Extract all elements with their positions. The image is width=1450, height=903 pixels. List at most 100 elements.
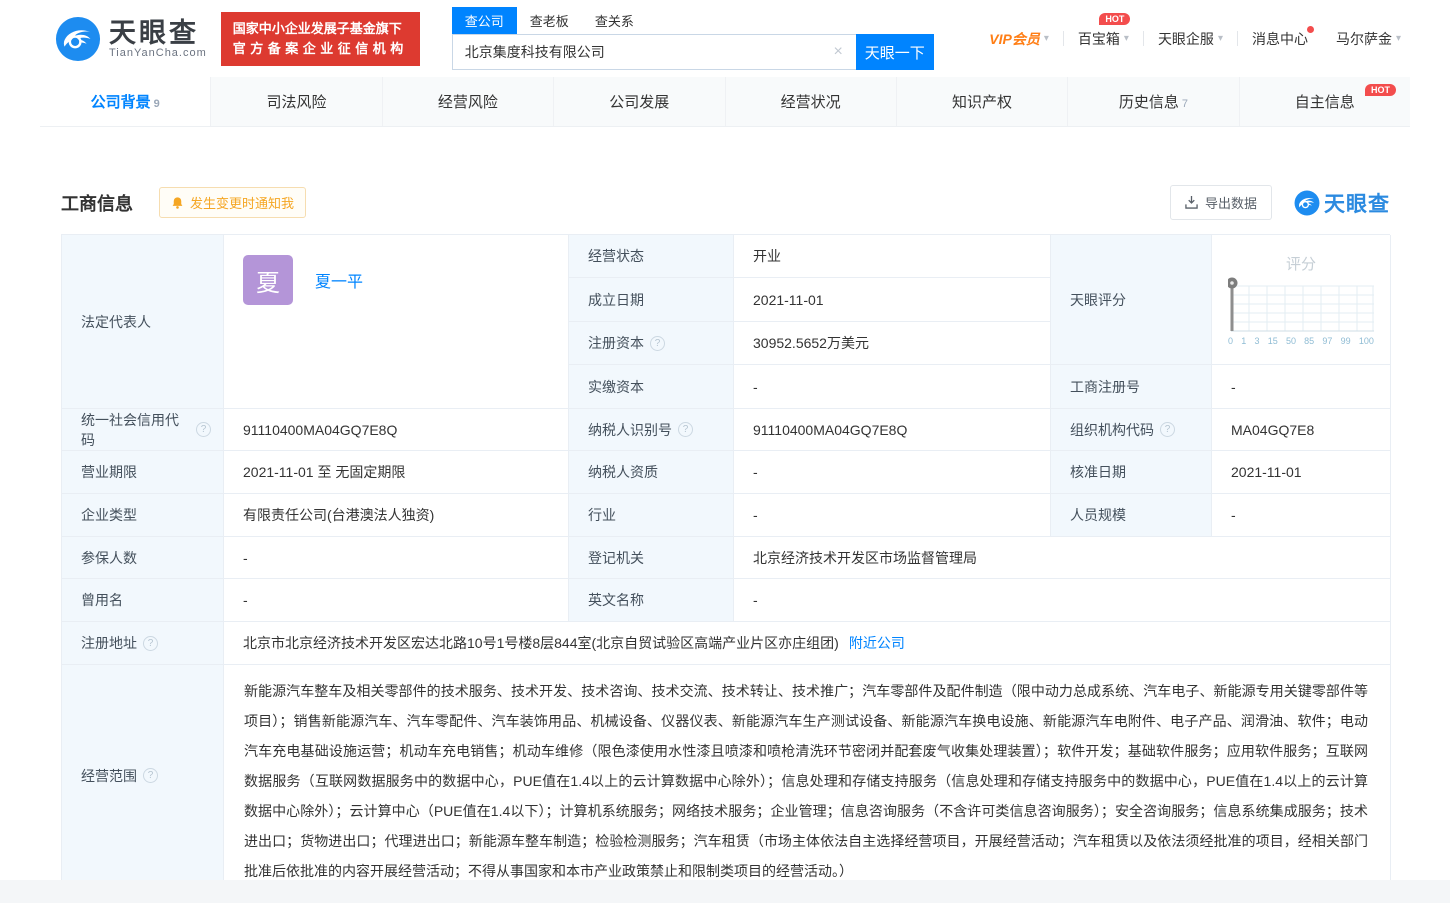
help-icon[interactable]: ? — [650, 335, 665, 351]
tab-count: 9 — [153, 97, 160, 110]
field-label-english-name: 英文名称 — [569, 579, 734, 622]
download-icon — [1185, 196, 1198, 209]
enterprise-service-menu-item[interactable]: 天眼企服 ▾ — [1144, 29, 1237, 49]
avatar[interactable]: 夏 — [243, 255, 293, 305]
tianyancha-watermark: 天眼查 — [1294, 188, 1390, 218]
field-label-taxpayer-quality: 纳税人资质 — [569, 451, 734, 494]
field-value-former-name: - — [224, 579, 569, 622]
tab-company-development[interactable]: 公司发展 — [554, 77, 726, 126]
search-tab-boss[interactable]: 查老板 — [517, 7, 582, 34]
tianyancha-eye-icon — [1294, 190, 1320, 215]
tab-judicial-risk[interactable]: 司法风险 — [211, 77, 383, 126]
tick: 100 — [1358, 336, 1374, 346]
toolbox-menu-item[interactable]: HOT 百宝箱 ▾ — [1064, 12, 1143, 49]
field-label-reg-capital: 注册资本 ? — [569, 322, 734, 365]
field-label-est-date: 成立日期 — [569, 278, 734, 322]
field-label-company-type: 企业类型 — [62, 494, 224, 537]
messages-label: 消息中心 — [1251, 30, 1308, 47]
help-icon[interactable]: ? — [143, 768, 158, 783]
tab-operating-risk[interactable]: 经营风险 — [383, 77, 555, 126]
help-icon[interactable]: ? — [143, 635, 158, 651]
legal-rep-link[interactable]: 夏一平 — [315, 268, 363, 292]
search-tabs: 查公司 查老板 查关系 — [451, 7, 934, 34]
tab-operating-status[interactable]: 经营状况 — [726, 77, 897, 126]
search-tab-company[interactable]: 查公司 — [451, 7, 517, 34]
brand-domain: TianYanCha.com — [109, 46, 207, 59]
field-value-insured-count: - — [224, 537, 569, 579]
hot-badge: HOT — [1365, 84, 1396, 96]
tab-label: 历史信息 — [1118, 94, 1179, 111]
field-label-taxpayer-id: 纳税人识别号 ? — [569, 409, 734, 451]
legal-rep-cell: 夏 夏一平 — [224, 235, 569, 409]
field-value-reg-authority: 北京经济技术开发区市场监督管理局 — [734, 537, 1391, 579]
hot-badge: HOT — [1099, 12, 1131, 25]
field-value-business-scope: 新能源汽车整车及相关零部件的技术服务、技术开发、技术咨询、技术交流、技术转让、技… — [224, 665, 1391, 887]
section-title: 工商信息 — [61, 193, 133, 214]
field-label-reg-address: 注册地址 ? — [62, 622, 224, 665]
help-icon[interactable]: ? — [196, 422, 211, 437]
tianyan-score-chart[interactable]: 评分 0 1 3 15 50 85 97 99 100 — [1212, 235, 1391, 365]
tick: 97 — [1322, 336, 1333, 346]
vip-menu-item[interactable]: VIP会员 ▾ — [975, 29, 1063, 49]
tab-label: 自主信息 — [1294, 94, 1355, 111]
top-menu: VIP会员 ▾ HOT 百宝箱 ▾ 天眼企服 ▾ 消息中心 马尔萨金 ▾ — [975, 12, 1415, 49]
field-label-industry: 行业 — [569, 494, 734, 537]
tick: 0 — [1228, 336, 1234, 346]
score-axis-ticks: 0 1 3 15 50 85 97 99 100 — [1228, 336, 1374, 346]
tab-history-info[interactable]: 历史信息 7 — [1068, 77, 1240, 126]
user-account-menu[interactable]: 马尔萨金 ▾ — [1322, 29, 1415, 49]
username: 马尔萨金 — [1335, 30, 1392, 47]
score-chart-title: 评分 — [1285, 256, 1316, 273]
tick: 15 — [1267, 336, 1278, 346]
help-icon[interactable]: ? — [1160, 422, 1175, 437]
enterprise-label: 天眼企服 — [1157, 30, 1214, 47]
export-button-label: 导出数据 — [1204, 196, 1257, 211]
tab-intellectual-property[interactable]: 知识产权 — [897, 77, 1069, 126]
search-input[interactable] — [464, 44, 831, 60]
field-value-company-type: 有限责任公司(台港澳法人独资) — [224, 494, 569, 537]
field-value-approval-date: 2021-11-01 — [1212, 451, 1391, 494]
top-header: 天眼查 TianYanCha.com 国家中小企业发展子基金旗下 官方备案企业征… — [0, 0, 1450, 77]
clear-search-icon[interactable]: × — [830, 43, 845, 61]
tab-label: 司法风险 — [266, 94, 327, 111]
notify-on-change-button[interactable]: 发生变更时通知我 — [159, 187, 307, 218]
search-button[interactable]: 天眼一下 — [855, 34, 934, 70]
field-label-score: 天眼评分 — [1051, 235, 1212, 365]
field-value-taxpayer-id: 91110400MA04GQ7E8Q — [734, 409, 1051, 451]
field-label-legal-rep: 法定代表人 — [62, 235, 224, 409]
tab-self-published-info[interactable]: 自主信息 HOT — [1240, 77, 1410, 126]
bell-icon — [172, 196, 183, 209]
field-value-org-code: MA04GQ7E8 — [1212, 409, 1391, 451]
chevron-down-icon: ▾ — [1043, 33, 1049, 44]
search-area: 查公司 查老板 查关系 × 天眼一下 — [451, 7, 934, 70]
field-label-business-term: 营业期限 — [62, 451, 224, 494]
tab-company-background[interactable]: 公司背景 9 — [40, 77, 212, 126]
search-tab-relation[interactable]: 查关系 — [582, 7, 647, 34]
tab-label: 知识产权 — [952, 94, 1013, 111]
tick: 99 — [1340, 336, 1351, 346]
export-data-button[interactable]: 导出数据 — [1169, 185, 1272, 220]
field-value-reg-address: 北京市北京经济技术开发区宏达北路10号1号楼8层844室(北京自贸试验区高端产业… — [224, 622, 1391, 665]
label-text: 统一社会信用代码 — [81, 411, 179, 448]
tab-label: 公司发展 — [609, 94, 670, 111]
chevron-down-icon: ▾ — [1217, 33, 1223, 44]
search-input-wrapper: × — [451, 34, 856, 70]
field-label-staff-size: 人员规模 — [1051, 494, 1212, 537]
tick: 3 — [1254, 336, 1260, 346]
tab-label: 公司背景 — [90, 94, 151, 111]
help-icon[interactable]: ? — [678, 422, 693, 437]
field-label-status: 经营状态 — [569, 235, 734, 278]
field-value-taxpayer-quality: - — [734, 451, 1051, 494]
chevron-down-icon: ▾ — [1395, 33, 1401, 44]
message-center-menu-item[interactable]: 消息中心 — [1238, 25, 1322, 49]
tianyancha-logo[interactable]: 天眼查 TianYanCha.com — [55, 16, 207, 62]
label-text: 经营范围 — [81, 767, 137, 784]
tick: 1 — [1241, 336, 1247, 346]
address-text: 北京市北京经济技术开发区宏达北路10号1号楼8层844室(北京自贸试验区高端产业… — [243, 635, 839, 651]
vip-label: VIP会员 — [989, 30, 1040, 47]
nearby-companies-link[interactable]: 附近公司 — [849, 633, 905, 653]
gov-certification-badge: 国家中小企业发展子基金旗下 官方备案企业征信机构 — [220, 11, 420, 66]
brand-name: 天眼查 — [109, 17, 199, 48]
field-label-reg-number: 工商注册号 — [1051, 365, 1212, 409]
notification-dot — [1306, 25, 1314, 33]
